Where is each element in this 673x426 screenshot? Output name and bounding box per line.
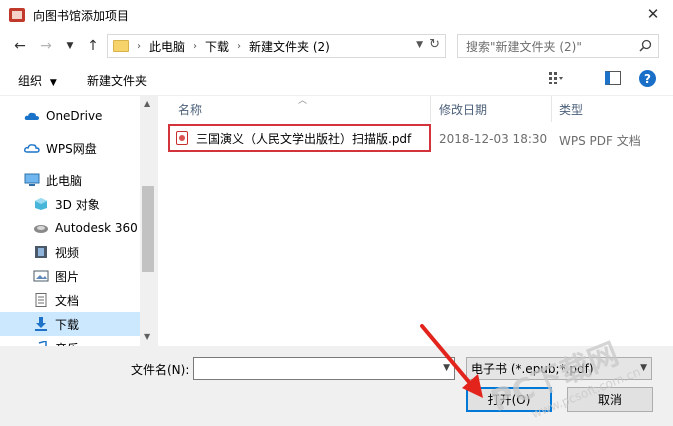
window-title: 向图书馆添加项目	[33, 8, 130, 23]
address-bar[interactable]: › 此电脑 › 下载 › 新建文件夹 (2) ▼ ↻	[107, 34, 446, 58]
search-input[interactable]: 搜索"新建文件夹 (2)"	[457, 34, 659, 58]
filename-label: 文件名(N):	[131, 363, 190, 377]
sidebar-item-autodesk[interactable]: Autodesk 360	[0, 216, 140, 240]
view-options-icon[interactable]	[548, 71, 564, 85]
sidebar-item-label: OneDrive	[46, 109, 103, 123]
search-placeholder: 搜索"新建文件夹 (2)"	[466, 39, 582, 54]
file-modified-date: 2018-12-03 18:30	[439, 132, 548, 146]
dialog-footer: 文件名(N): ▼ 电子书 (*.epub;*.pdf) ▼ 打开(O) 取消	[0, 346, 673, 426]
breadcrumb-separator: ›	[137, 40, 141, 52]
sidebar-item-label: 下载	[55, 317, 80, 332]
breadcrumb-separator: ›	[193, 40, 198, 52]
scrollbar-thumb[interactable]	[142, 186, 154, 272]
organize-label: 组织	[18, 74, 43, 88]
sidebar-item-label: Autodesk 360	[55, 221, 138, 235]
open-button[interactable]: 打开(O)	[466, 387, 552, 412]
sidebar-item-music[interactable]: 音乐	[0, 336, 140, 346]
column-divider[interactable]	[430, 96, 431, 122]
breadcrumb-item[interactable]: 新建文件夹 (2)	[249, 38, 330, 55]
organize-menu[interactable]: 组织 ▼	[18, 72, 57, 89]
file-type: WPS PDF 文档	[559, 134, 641, 148]
navigation-pane: OneDrive WPS网盘 此电脑 3D 对象 Autodesk 360 视频…	[0, 96, 156, 346]
command-bar: 组织 ▼ 新建文件夹 ?	[0, 62, 673, 96]
scroll-down-icon[interactable]: ▼	[144, 332, 150, 341]
pdf-icon	[176, 131, 188, 145]
file-name: 三国演义（人民文学出版社）扫描版.pdf	[196, 131, 412, 146]
download-icon	[35, 317, 47, 331]
sidebar-item-downloads[interactable]: 下载	[0, 312, 140, 336]
up-arrow-icon[interactable]: ↑	[83, 36, 103, 56]
file-row[interactable]: 三国演义（人民文学出版社）扫描版.pdf	[168, 124, 431, 152]
help-icon[interactable]: ?	[639, 70, 656, 87]
sidebar-item-label: 图片	[55, 269, 80, 284]
cancel-button[interactable]: 取消	[567, 387, 653, 412]
image-icon	[33, 270, 49, 282]
preview-pane-icon[interactable]	[605, 71, 621, 85]
breadcrumb-item[interactable]: 下载	[205, 38, 229, 55]
filename-input[interactable]: ▼	[193, 357, 455, 380]
video-icon	[35, 246, 47, 258]
chevron-down-icon[interactable]: ▼	[443, 363, 450, 373]
column-header-type[interactable]: 类型	[559, 101, 583, 118]
chevron-down-icon: ▼	[640, 363, 647, 373]
forward-arrow-icon[interactable]: →	[36, 36, 56, 56]
column-header-name[interactable]: 名称	[178, 101, 202, 118]
sidebar-item-this-pc[interactable]: 此电脑	[0, 168, 140, 192]
chevron-down-icon[interactable]: ▼	[416, 40, 423, 50]
sidebar-item-label: 视频	[55, 245, 80, 260]
navigation-bar: ← → ▼ ↑ › 此电脑 › 下载 › 新建文件夹 (2) ▼ ↻ 搜索"新建…	[0, 30, 673, 62]
filter-value: 电子书 (*.epub;*.pdf)	[471, 362, 594, 376]
new-folder-button[interactable]: 新建文件夹	[87, 72, 147, 89]
refresh-icon[interactable]: ↻	[429, 37, 440, 52]
chevron-down-icon: ▼	[49, 78, 57, 88]
search-icon[interactable]	[639, 39, 652, 52]
sidebar-item-label: WPS网盘	[46, 141, 97, 156]
app-icon	[9, 8, 25, 22]
cube-icon	[35, 198, 47, 210]
sidebar-item-pictures[interactable]: 图片	[0, 264, 140, 288]
autodesk-icon	[34, 225, 48, 233]
sidebar-scrollbar[interactable]: ▲ ▼	[140, 96, 156, 346]
column-header-date[interactable]: 修改日期	[439, 101, 487, 118]
scroll-up-icon[interactable]: ▲	[144, 99, 150, 108]
breadcrumb-separator: ›	[237, 40, 242, 52]
recent-locations-chevron-icon[interactable]: ▼	[60, 36, 80, 56]
column-divider[interactable]	[551, 96, 552, 122]
folder-icon	[113, 40, 129, 52]
close-icon[interactable]: ✕	[641, 3, 665, 25]
sidebar-item-onedrive[interactable]: OneDrive	[0, 104, 140, 128]
computer-icon	[24, 173, 40, 186]
sidebar-item-3d-objects[interactable]: 3D 对象	[0, 192, 140, 216]
cloud-icon	[24, 112, 39, 120]
sort-ascending-icon: ︿	[298, 96, 308, 106]
sidebar-item-label: 此电脑	[46, 173, 83, 188]
title-bar: 向图书馆添加项目 ✕	[0, 0, 673, 30]
file-list: ︿ 名称 修改日期 类型 三国演义（人民文学出版社）扫描版.pdf 2018-1…	[158, 96, 673, 346]
sidebar-item-documents[interactable]: 文档	[0, 288, 140, 312]
sidebar-item-videos[interactable]: 视频	[0, 240, 140, 264]
back-arrow-icon[interactable]: ←	[10, 36, 30, 56]
file-type-filter[interactable]: 电子书 (*.epub;*.pdf) ▼	[466, 357, 652, 380]
sidebar-item-label: 3D 对象	[55, 197, 100, 212]
cloud-icon	[24, 144, 40, 153]
document-icon	[35, 293, 47, 307]
sidebar-item-wps-cloud[interactable]: WPS网盘	[0, 136, 140, 160]
breadcrumb-item[interactable]: 此电脑	[149, 38, 185, 55]
sidebar-item-label: 文档	[55, 293, 80, 308]
